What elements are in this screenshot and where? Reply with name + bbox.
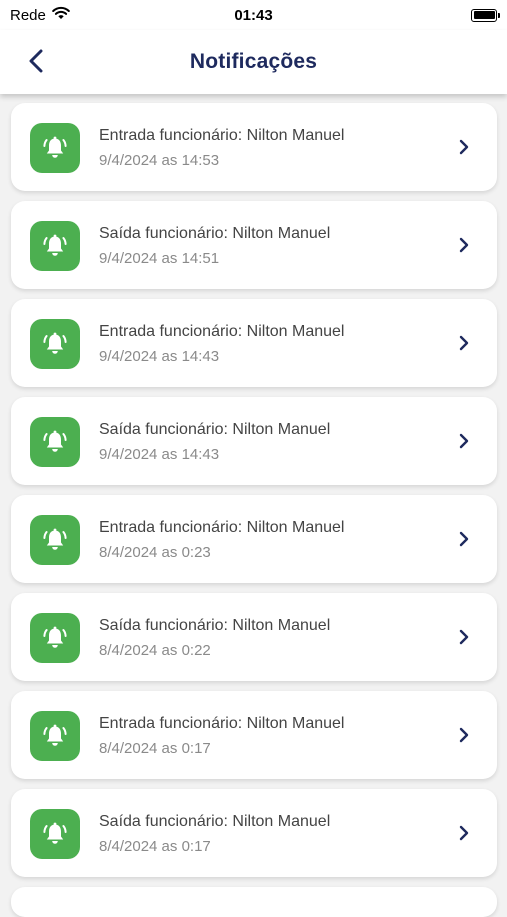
notification-date: 9/4/2024 as 14:43 [99,348,220,365]
notification-title: Entrada funcionário: Nilton Manuel [99,323,345,340]
notification-card[interactable]: Saída funcionário: Nilton Manuel 9/4/202… [11,201,497,289]
back-button[interactable] [22,46,50,76]
notification-icon-box [30,515,80,565]
notification-texts: Entrada funcionário: Nilton Manuel 8/4/2… [99,715,344,757]
notification-date: 9/4/2024 as 14:53 [99,152,220,169]
notification-date: 8/4/2024 as 0:17 [99,740,211,757]
chevron-right-icon [457,825,471,841]
notification-title: Saída funcionário: Nilton Manuel [99,421,331,438]
notification-icon-box [30,711,80,761]
status-left: Rede [10,6,70,24]
bell-ringing-icon [43,822,67,844]
notification-date: 9/4/2024 as 14:43 [99,446,220,463]
page-title: Notificações [189,50,318,73]
notification-icon-box [30,221,80,271]
notification-title: Saída funcionário: Nilton Manuel [99,813,331,830]
notification-date: 8/4/2024 as 0:22 [99,642,211,659]
notification-card-partial[interactable] [11,887,497,917]
status-bar: Rede 01:43 [0,0,507,30]
chevron-right-icon [457,433,471,449]
bell-ringing-icon [43,430,67,452]
notification-card[interactable]: Entrada funcionário: Nilton Manuel 9/4/2… [11,299,497,387]
battery-icon [471,8,500,22]
notification-texts: Saída funcionário: Nilton Manuel 9/4/202… [99,225,330,267]
chevron-right-icon [457,335,471,351]
notification-date: 8/4/2024 as 0:23 [99,544,211,561]
bell-ringing-icon [43,724,67,746]
nav-header: Notificações [0,30,507,94]
chevron-right-icon [457,531,471,547]
notification-card[interactable]: Saída funcionário: Nilton Manuel 8/4/202… [11,593,497,681]
wifi-icon [52,6,70,24]
notification-card[interactable]: Entrada funcionário: Nilton Manuel 8/4/2… [11,495,497,583]
bell-ringing-icon [43,234,67,256]
chevron-right-icon [457,727,471,743]
notification-texts: Saída funcionário: Nilton Manuel 9/4/202… [99,421,330,463]
notification-title: Entrada funcionário: Nilton Manuel [99,127,345,144]
chevron-right-icon [457,237,471,253]
notification-list: Entrada funcionário: Nilton Manuel 9/4/2… [11,103,497,917]
bell-ringing-icon [43,136,67,158]
chevron-right-icon [457,139,471,155]
notification-title: Entrada funcionário: Nilton Manuel [99,715,345,732]
notification-title: Entrada funcionário: Nilton Manuel [99,519,345,536]
carrier-label: Rede [10,6,46,24]
clock: 01:43 [234,6,273,24]
notification-card[interactable]: Saída funcionário: Nilton Manuel 8/4/202… [11,789,497,877]
bell-ringing-icon [43,332,67,354]
notification-texts: Saída funcionário: Nilton Manuel 8/4/202… [99,813,330,855]
notification-title: Saída funcionário: Nilton Manuel [99,617,331,634]
notification-texts: Saída funcionário: Nilton Manuel 8/4/202… [99,617,330,659]
notification-icon-box [30,319,80,369]
bell-ringing-icon [43,626,67,648]
notification-card[interactable]: Saída funcionário: Nilton Manuel 9/4/202… [11,397,497,485]
notification-texts: Entrada funcionário: Nilton Manuel 8/4/2… [99,519,344,561]
bell-ringing-icon [43,528,67,550]
notification-date: 9/4/2024 as 14:51 [99,250,220,267]
chevron-left-icon [29,49,43,73]
notification-title: Saída funcionário: Nilton Manuel [99,225,331,242]
notification-card[interactable]: Entrada funcionário: Nilton Manuel 9/4/2… [11,103,497,191]
notification-date: 8/4/2024 as 0:17 [99,838,211,855]
notification-icon-box [30,809,80,859]
notification-texts: Entrada funcionário: Nilton Manuel 9/4/2… [99,323,344,365]
notification-card[interactable]: Entrada funcionário: Nilton Manuel 8/4/2… [11,691,497,779]
notification-icon-box [30,613,80,663]
notification-icon-box [30,123,80,173]
chevron-right-icon [457,629,471,645]
notification-texts: Entrada funcionário: Nilton Manuel 9/4/2… [99,127,344,169]
notification-icon-box [30,417,80,467]
